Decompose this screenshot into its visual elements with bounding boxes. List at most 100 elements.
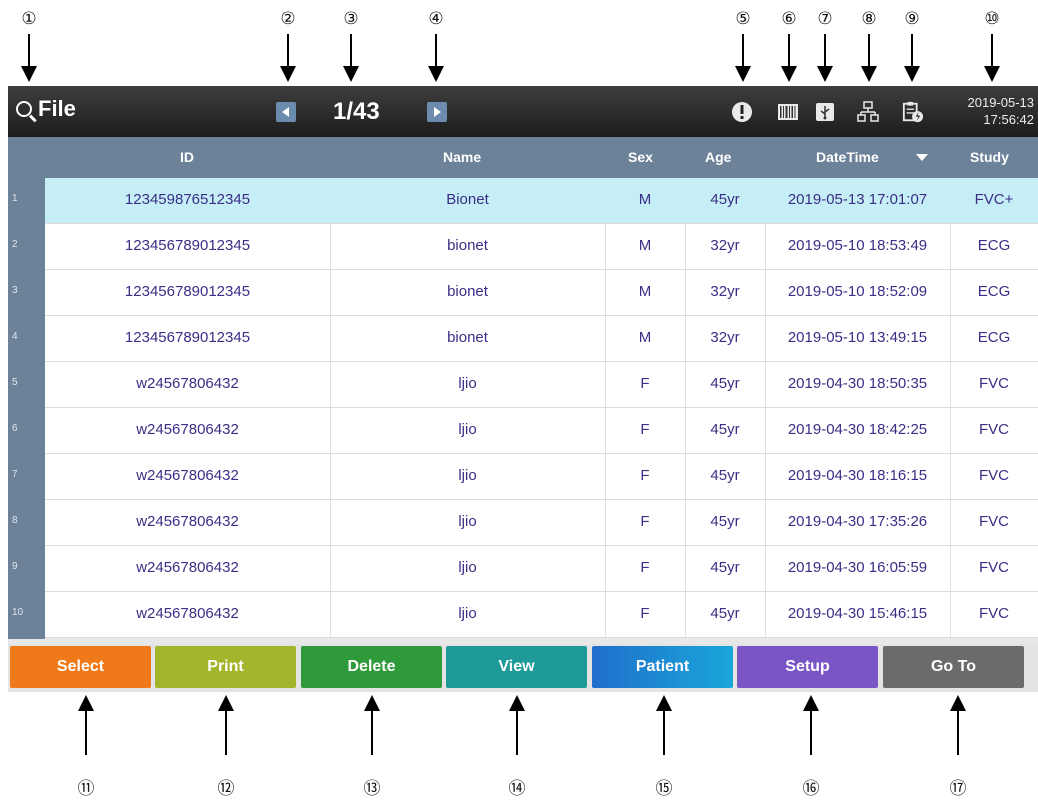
cell-datetime: 2019-05-10 18:52:09 bbox=[787, 283, 928, 300]
callout-6: ⑥ bbox=[781, 9, 797, 29]
record-table: 1 123459876512345 Bionet M 45yr 2019-05-13 17… bbox=[12, 178, 1038, 638]
cell-study: ECG bbox=[977, 329, 1011, 346]
print-button[interactable]: Print bbox=[155, 646, 296, 688]
network-icon[interactable] bbox=[857, 100, 879, 124]
file-search-button[interactable]: File bbox=[16, 96, 76, 122]
cell-id: w24567806432 bbox=[136, 375, 239, 392]
table-row[interactable]: 5 w24567806432 ljio F 45yr 2019-04-30 18:50:3… bbox=[12, 362, 1038, 408]
cell-name: bionet bbox=[447, 283, 488, 300]
cell-sex: F bbox=[640, 467, 650, 484]
row-number: 2 bbox=[12, 239, 18, 250]
table-row[interactable]: 9 w24567806432 ljio F 45yr 2019-04-30 16:05:5… bbox=[12, 546, 1038, 592]
alert-icon[interactable] bbox=[731, 100, 753, 124]
callout-arrow bbox=[280, 34, 296, 82]
callout-1: ① bbox=[21, 9, 37, 29]
cell-age: 45yr bbox=[710, 467, 740, 484]
callout-arrow bbox=[78, 695, 94, 755]
table-row[interactable]: 10 w24567806432 ljio F 45yr 2019-04-30 15:46:… bbox=[12, 592, 1038, 638]
callout-arrow bbox=[428, 34, 444, 82]
top-bar: File 1/43 2019-05-13 17:56:42 bbox=[8, 86, 1038, 137]
table-row[interactable]: 3 123456789012345 bionet M 32yr 2019-05-10 18… bbox=[12, 270, 1038, 316]
table-header: ID Name Sex Age DateTime Study bbox=[8, 137, 1038, 178]
cell-datetime: 2019-04-30 18:42:25 bbox=[787, 421, 928, 438]
barcode-icon[interactable] bbox=[777, 100, 799, 124]
sort-descending-icon[interactable] bbox=[916, 154, 928, 161]
cell-id: w24567806432 bbox=[136, 513, 239, 530]
go-to-button[interactable]: Go To bbox=[883, 646, 1024, 688]
date-text: 2019-05-13 bbox=[967, 95, 1035, 110]
cell-age: 45yr bbox=[710, 421, 740, 438]
cell-sex: F bbox=[640, 421, 650, 438]
callout-arrow bbox=[21, 34, 37, 82]
column-header-name[interactable]: Name bbox=[443, 149, 481, 165]
delete-button[interactable]: Delete bbox=[301, 646, 442, 688]
cell-study: ECG bbox=[977, 283, 1011, 300]
cell-age: 32yr bbox=[710, 283, 740, 300]
table-row[interactable]: 8 w24567806432 ljio F 45yr 2019-04-30 17:35:2… bbox=[12, 500, 1038, 546]
cell-sex: F bbox=[640, 605, 650, 622]
clipboard-battery-icon[interactable] bbox=[902, 100, 924, 124]
next-page-button[interactable] bbox=[427, 102, 447, 122]
column-header-sex[interactable]: Sex bbox=[628, 149, 653, 165]
row-number: 4 bbox=[12, 331, 18, 342]
cell-study: FVC+ bbox=[974, 191, 1014, 208]
callout-arrow bbox=[950, 695, 966, 755]
column-header-id[interactable]: ID bbox=[180, 149, 194, 165]
select-button[interactable]: Select bbox=[10, 646, 151, 688]
table-row[interactable]: 4 123456789012345 bionet M 32yr 2019-05-10 13… bbox=[12, 316, 1038, 362]
callout-2: ② bbox=[280, 9, 296, 29]
cell-id: 123459876512345 bbox=[124, 191, 251, 208]
function-button-bar: Select Print Delete View Patient Setup G… bbox=[8, 644, 1038, 692]
row-number: 6 bbox=[12, 423, 18, 434]
cell-name: ljio bbox=[458, 467, 477, 484]
cell-datetime: 2019-05-10 13:49:15 bbox=[787, 329, 928, 346]
callout-arrow bbox=[781, 34, 797, 82]
row-number: 5 bbox=[12, 377, 18, 388]
device-screen: File 1/43 2019-05-13 17:56:42 ID Name Se… bbox=[8, 86, 1038, 692]
table-row[interactable]: 1 123459876512345 Bionet M 45yr 2019-05-13 17… bbox=[12, 178, 1038, 224]
usb-icon[interactable] bbox=[814, 100, 836, 124]
callout-13: ⑬ bbox=[363, 779, 381, 799]
chevron-right-icon bbox=[434, 107, 441, 117]
cell-name: ljio bbox=[458, 605, 477, 622]
setup-button[interactable]: Setup bbox=[737, 646, 878, 688]
cell-name: ljio bbox=[458, 375, 477, 392]
cell-age: 45yr bbox=[710, 605, 740, 622]
row-number: 3 bbox=[12, 285, 18, 296]
cell-name: bionet bbox=[447, 237, 488, 254]
column-header-datetime[interactable]: DateTime bbox=[816, 149, 879, 165]
callout-3: ③ bbox=[343, 9, 359, 29]
cell-sex: F bbox=[640, 513, 650, 530]
cell-sex: F bbox=[640, 559, 650, 576]
cell-id: 123456789012345 bbox=[124, 329, 251, 346]
cell-name: ljio bbox=[458, 421, 477, 438]
cell-datetime: 2019-04-30 15:46:15 bbox=[787, 605, 928, 622]
row-number: 9 bbox=[12, 561, 18, 572]
cell-sex: M bbox=[638, 191, 652, 208]
callout-7: ⑦ bbox=[817, 9, 833, 29]
callout-12: ⑫ bbox=[217, 779, 235, 799]
cell-datetime: 2019-04-30 17:35:26 bbox=[787, 513, 928, 530]
cell-datetime: 2019-05-10 18:53:49 bbox=[787, 237, 928, 254]
cell-age: 45yr bbox=[710, 191, 740, 208]
table-row[interactable]: 7 w24567806432 ljio F 45yr 2019-04-30 18:16:1… bbox=[12, 454, 1038, 500]
callout-arrow bbox=[735, 34, 751, 82]
cell-sex: M bbox=[638, 237, 652, 254]
column-header-study[interactable]: Study bbox=[970, 149, 1009, 165]
cell-name: bionet bbox=[447, 329, 488, 346]
callout-10: ⑩ bbox=[984, 9, 1000, 29]
cell-age: 32yr bbox=[710, 329, 740, 346]
cell-sex: F bbox=[640, 375, 650, 392]
callout-15: ⑮ bbox=[655, 779, 673, 799]
callout-arrow bbox=[984, 34, 1000, 82]
view-button[interactable]: View bbox=[446, 646, 587, 688]
callout-arrow bbox=[343, 34, 359, 82]
cell-datetime: 2019-04-30 18:50:35 bbox=[787, 375, 928, 392]
cell-id: 123456789012345 bbox=[124, 283, 251, 300]
column-header-age[interactable]: Age bbox=[705, 149, 731, 165]
table-row[interactable]: 6 w24567806432 ljio F 45yr 2019-04-30 18:42:2… bbox=[12, 408, 1038, 454]
row-number: 1 bbox=[12, 193, 18, 204]
table-row[interactable]: 2 123456789012345 bionet M 32yr 2019-05-10 18… bbox=[12, 224, 1038, 270]
patient-button[interactable]: Patient bbox=[592, 646, 733, 688]
prev-page-button[interactable] bbox=[276, 102, 296, 122]
